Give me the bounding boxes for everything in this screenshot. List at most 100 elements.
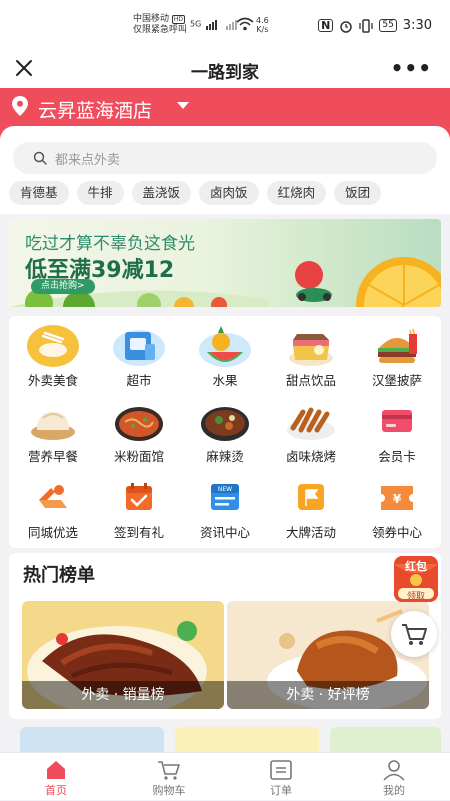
category-grid: 外卖美食 超市 水果 甜点饮品 汉堡披萨 营养早餐 米粉面馆 麻辣烫 卤味烧烤 … [9,316,441,548]
carrier-info: 中国移动 HD 仅限紧急呼叫 [133,14,187,36]
status-right: N 55 3:30 [318,18,432,33]
tag-red-braised-pork[interactable]: 红烧肉 [266,181,327,205]
category-malatang[interactable]: 麻辣烫 [185,396,265,466]
battery-icon: 55 [379,19,397,32]
hotel-name[interactable]: 云昇蓝海酒店 [38,96,152,123]
category-takeout[interactable]: 外卖美食 [13,320,93,390]
page-title: 一路到家 [191,63,259,83]
category-bbq[interactable]: 卤味烧烤 [271,396,351,466]
svg-text:NEW: NEW [218,486,232,493]
floating-cart-button[interactable] [391,611,437,657]
noodles-icon [115,407,163,441]
category-label: 汉堡披萨 [371,373,422,388]
search-icon [33,151,47,165]
category-dessert[interactable]: 甜点饮品 [271,320,351,390]
nfc-icon: N [318,19,334,32]
cart-icon [158,761,180,780]
category-fruit[interactable]: 水果 [185,320,265,390]
red-packet-title: 红包 [405,560,427,573]
hot-caption: 外卖 · 销量榜 [22,681,224,709]
speed-value: 4.6 [256,16,269,25]
category-label: 卤味烧烤 [285,449,336,464]
category-label: 签到有礼 [113,525,164,540]
profile-icon [383,760,405,781]
category-breakfast[interactable]: 营养早餐 [13,396,93,466]
tag-steak[interactable]: 牛排 [76,181,124,205]
malatang-icon [201,407,249,441]
section-title: 热门榜单 [23,565,95,586]
hot-ranking-section: 热门榜单 外卖 · 销量榜 外卖 · 好评榜 [9,553,441,719]
home-icon [47,761,65,779]
category-label: 水果 [212,373,238,388]
network-speed: 4.6 K/s [256,16,269,34]
location-pin-icon [12,96,28,116]
category-noodles[interactable]: 米粉面馆 [99,396,179,466]
dessert-drink-icon [289,334,333,366]
alarm-icon [340,20,353,33]
tab-label: 订单 [270,784,292,797]
banner-grab-button[interactable]: 点击抢购> [31,279,95,294]
breakfast-icon [31,412,75,440]
category-label: 资讯中心 [199,525,250,540]
category-burger[interactable]: 汉堡披萨 [357,320,437,390]
tab-profile[interactable]: 我的 [349,753,439,801]
search-placeholder: 都来点外卖 [55,153,121,168]
search-input[interactable]: 都来点外卖 [13,142,437,174]
title-bar: 一路到家 ••• [0,50,450,88]
category-label: 大牌活动 [285,525,336,540]
tab-home[interactable]: 首页 [11,753,101,801]
cart-icon [402,624,427,645]
category-label: 营养早餐 [27,449,78,464]
brand-event-icon [298,484,324,510]
coupon-center-icon: ¥ [381,486,413,510]
category-member-card[interactable]: 会员卡 [357,396,437,466]
network-type: 5G [190,19,202,29]
svg-text:¥: ¥ [393,492,402,506]
promo-banner[interactable]: 吃过才算不辜负这食光 低至满39减12 点击抢购> [9,219,441,307]
category-label: 米粉面馆 [113,449,164,464]
vibrate-icon [359,18,373,33]
category-local-select[interactable]: 同城优选 [13,472,93,542]
speed-unit: K/s [256,25,269,34]
tab-orders[interactable]: 订单 [236,753,326,801]
carrier-status: 仅限紧急呼叫 [133,25,188,35]
category-coupon[interactable]: ¥ 领券中心 [357,472,437,542]
bottom-tab-bar: 首页 购物车 订单 我的 [0,752,450,800]
category-label: 超市 [126,373,152,388]
status-bar: 中国移动 HD 仅限紧急呼叫 5G 4.6 K/s N 55 3:30 [0,0,450,50]
takeout-food-icon [27,325,79,367]
clock: 3:30 [402,18,432,33]
chevron-down-icon[interactable] [177,102,189,109]
red-packet-button[interactable]: 红包 领取 [392,554,440,604]
supermarket-icon [113,330,165,366]
category-supermarket[interactable]: 超市 [99,320,179,390]
fruit-icon [199,326,251,367]
category-news[interactable]: NEW 资讯中心 [185,472,265,542]
search-card: 都来点外卖 肯德基 牛排 盖浇饭 卤肉饭 红烧肉 饭团 [0,126,450,214]
local-select-icon [39,485,67,508]
sales-ranking-card[interactable]: 外卖 · 销量榜 [22,601,224,709]
tag-kfc[interactable]: 肯德基 [9,181,69,205]
category-label: 领券中心 [371,525,422,540]
tab-cart[interactable]: 购物车 [124,753,214,801]
category-label: 同城优选 [27,525,78,540]
hot-caption: 外卖 · 好评榜 [227,681,429,709]
tag-rice-bowl[interactable]: 盖浇饭 [131,181,192,205]
tab-label: 首页 [45,784,67,797]
category-checkin[interactable]: 签到有礼 [99,472,179,542]
bbq-icon [287,407,335,440]
category-label: 外卖美食 [27,373,78,388]
checkin-gift-icon [126,483,152,510]
member-card-icon [382,410,412,432]
wifi-icon [236,17,254,31]
category-brand-event[interactable]: 大牌活动 [271,472,351,542]
tag-braised-pork-rice[interactable]: 卤肉饭 [199,181,259,205]
more-icon[interactable]: ••• [391,56,432,80]
tab-label: 我的 [383,784,405,797]
category-label: 会员卡 [378,449,416,464]
hot-tags: 肯德基 牛排 盖浇饭 卤肉饭 红烧肉 饭团 [9,181,382,205]
order-icon [270,760,292,780]
tab-label: 购物车 [152,784,186,797]
tag-rice-ball[interactable]: 饭团 [334,181,382,205]
red-packet-action: 领取 [406,592,425,602]
